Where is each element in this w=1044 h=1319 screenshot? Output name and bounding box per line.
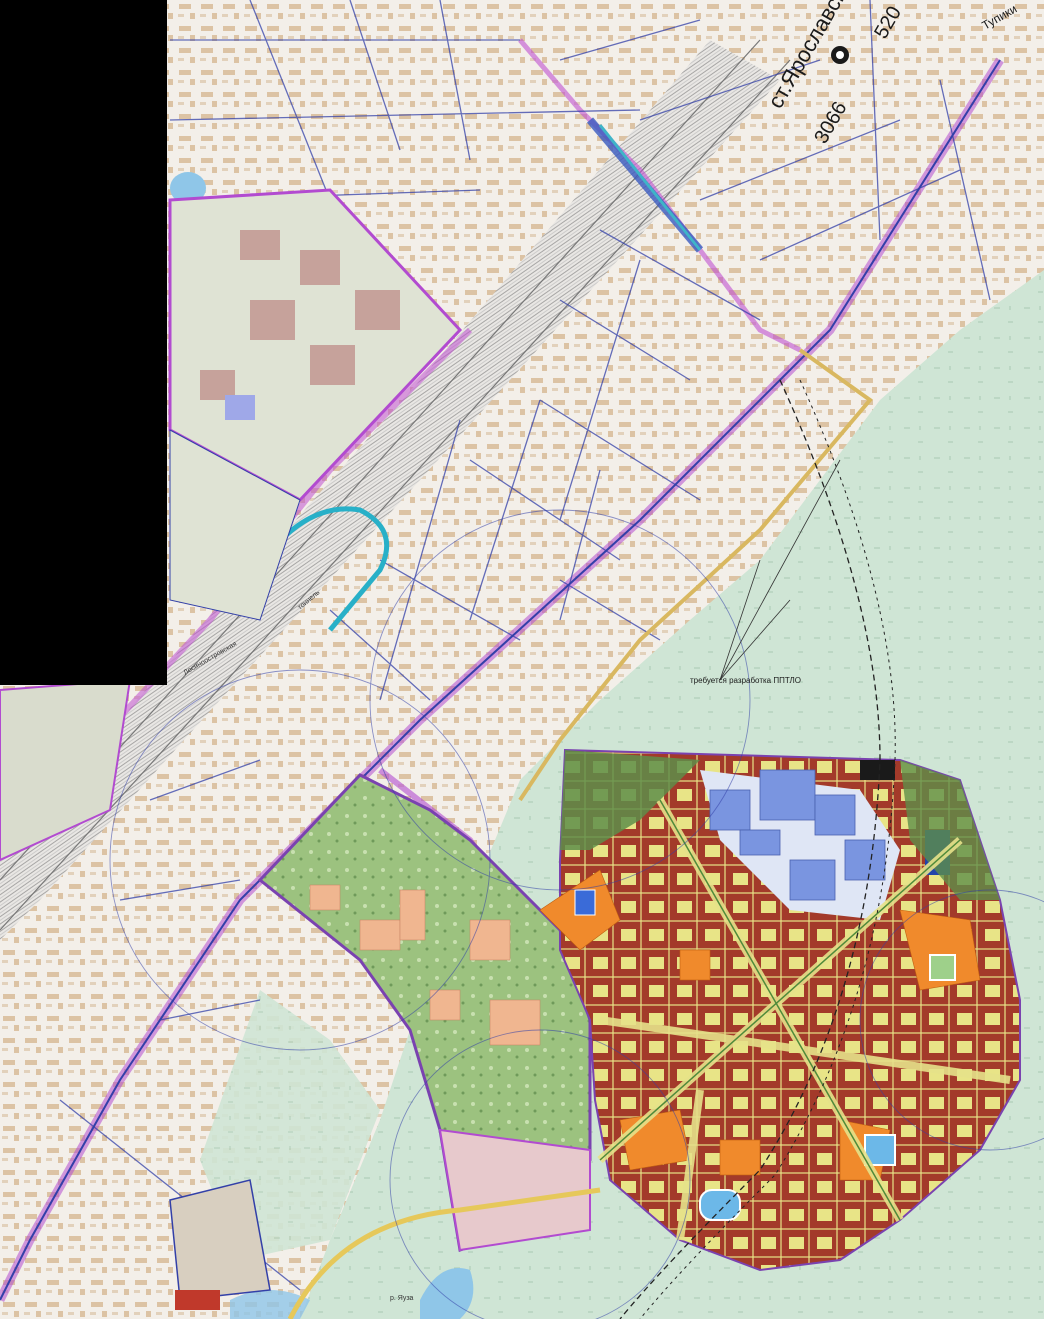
river-label: р. Яуза: [390, 1295, 414, 1302]
masked-area: [0, 0, 167, 685]
sports-field: [699, 1189, 741, 1221]
requires-note: требуется разработка ППТЛО: [690, 676, 801, 685]
metro-icon-inner: [836, 51, 844, 59]
sports-field: [574, 889, 596, 916]
campus-south: [438, 1128, 591, 1252]
red-building: [175, 1290, 220, 1310]
master-plan-map: ст.Ярославск 520 3066 Тупики требуется р…: [0, 0, 1044, 1319]
sports-field: [929, 954, 956, 981]
dark-building: [860, 760, 895, 780]
